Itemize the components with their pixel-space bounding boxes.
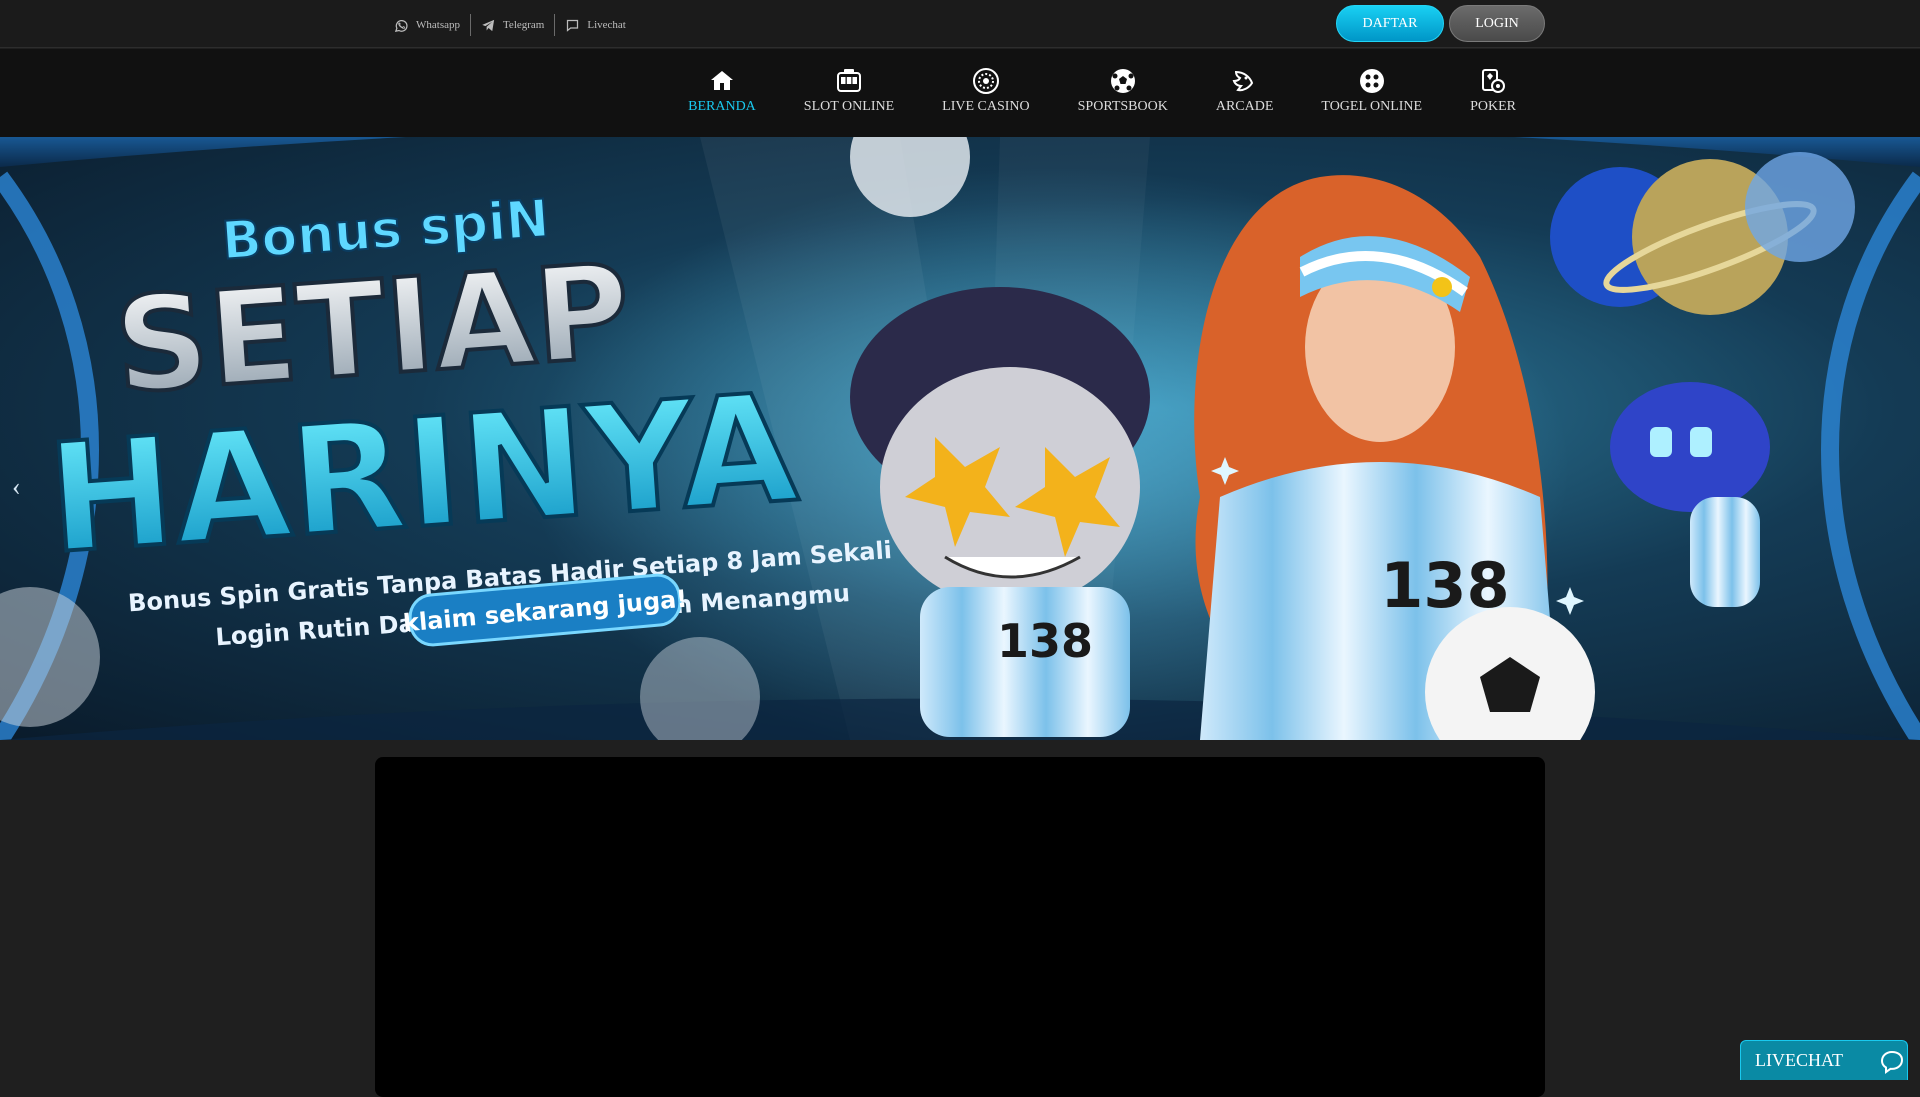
- lottery-ball-icon: [1359, 69, 1384, 93]
- promo-banner[interactable]: 138 138 Bonus spiN SETIAP HARINYA Bonus …: [0, 137, 1920, 740]
- telegram-label: Telegram: [502, 19, 545, 31]
- home-icon: [710, 71, 733, 90]
- chat-icon: [567, 19, 579, 32]
- nav-label-togel-online: TOGEL ONLINE: [1321, 99, 1423, 114]
- whatsapp-label: Whatsapp: [416, 19, 460, 31]
- nav-label-slot-online: SLOT ONLINE: [803, 99, 895, 114]
- nav-item-sportsbook[interactable]: SPORTSBOOK: [1054, 67, 1192, 115]
- telegram-link[interactable]: Telegram: [469, 14, 554, 36]
- auth-buttons: DAFTAR LOGIN: [1336, 5, 1545, 42]
- banner-prev-arrow[interactable]: ‹: [12, 472, 21, 502]
- nav-menu: BERANDA SLOT ONLINE LIVE CASINO SPORTSBO…: [664, 67, 1540, 115]
- livechat-widget-label: LIVECHAT: [1755, 1050, 1843, 1070]
- contact-links: Whatsapp Telegram Livechat: [384, 14, 636, 36]
- register-button[interactable]: DAFTAR: [1336, 5, 1444, 42]
- telegram-icon: [482, 19, 495, 31]
- livechat-widget[interactable]: LIVECHAT: [1740, 1040, 1908, 1080]
- nav-item-poker[interactable]: POKER: [1446, 67, 1540, 115]
- soccer-ball-icon: [1110, 69, 1135, 93]
- raccoon-jersey-number: 138: [997, 614, 1093, 668]
- banner-artwork: 138 138 Bonus spiN SETIAP HARINYA Bonus …: [0, 137, 1920, 740]
- chat-bubble-icon: [1880, 1050, 1904, 1074]
- nav-label-live-casino: LIVE CASINO: [942, 99, 1030, 114]
- whatsapp-icon: [394, 19, 408, 32]
- nav-label-arcade: ARCADE: [1215, 99, 1274, 114]
- nav-item-beranda[interactable]: BERANDA: [664, 67, 780, 115]
- content-panel: [375, 757, 1545, 1097]
- livechat-link-label: Livechat: [587, 19, 626, 31]
- nav-item-arcade[interactable]: ARCADE: [1192, 67, 1298, 115]
- slot-machine-icon: [836, 69, 861, 92]
- livechat-link[interactable]: Livechat: [554, 14, 635, 36]
- nav-label-poker: POKER: [1470, 99, 1516, 114]
- fish-icon: [1232, 70, 1253, 92]
- whatsapp-link[interactable]: Whatsapp: [384, 14, 470, 36]
- nav-label-sportsbook: SPORTSBOOK: [1077, 99, 1168, 114]
- main-navbar: BERANDA SLOT ONLINE LIVE CASINO SPORTSBO…: [0, 49, 1920, 137]
- login-button[interactable]: LOGIN: [1449, 5, 1545, 42]
- nav-item-togel-online[interactable]: TOGEL ONLINE: [1297, 67, 1446, 115]
- nav-item-slot-online[interactable]: SLOT ONLINE: [780, 67, 918, 115]
- top-bar: Whatsapp Telegram Livechat DAFTAR LOGIN: [0, 0, 1920, 48]
- roulette-icon: [972, 68, 999, 94]
- nav-item-live-casino[interactable]: LIVE CASINO: [918, 67, 1054, 115]
- nav-label-beranda: BERANDA: [688, 99, 756, 114]
- poker-cards-icon: [1482, 69, 1506, 93]
